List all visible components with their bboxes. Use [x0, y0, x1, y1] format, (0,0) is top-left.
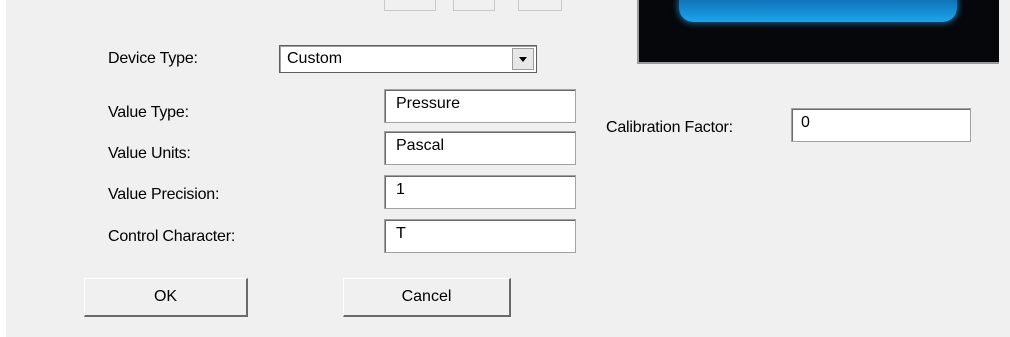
device-settings-dialog: Device Type: Custom Value Type: Pressure…	[6, 0, 1010, 337]
value-precision-label: Value Precision:	[108, 186, 220, 203]
top-control-remnant	[453, 0, 495, 11]
control-character-value: T	[396, 225, 406, 242]
chevron-down-icon	[519, 57, 527, 62]
display-preview	[637, 0, 999, 64]
value-precision-field[interactable]: 1	[384, 175, 576, 209]
device-type-dropdown-button[interactable]	[512, 48, 534, 70]
ok-button[interactable]: OK	[84, 278, 248, 317]
value-units-label: Value Units:	[108, 145, 191, 162]
calibration-factor-label: Calibration Factor:	[606, 119, 733, 136]
device-type-value: Custom	[287, 50, 343, 67]
control-character-label: Control Character:	[108, 228, 236, 245]
value-units-value: Pascal	[396, 137, 445, 154]
top-control-remnant	[518, 0, 562, 11]
cancel-button[interactable]: Cancel	[343, 278, 511, 317]
value-type-label: Value Type:	[108, 104, 189, 121]
device-type-label: Device Type:	[108, 50, 198, 67]
device-type-select[interactable]: Custom	[279, 45, 537, 73]
value-precision-value: 1	[396, 181, 405, 198]
control-character-field[interactable]: T	[384, 219, 576, 253]
preview-indicator	[679, 0, 957, 22]
calibration-factor-field[interactable]: 0	[791, 108, 971, 142]
calibration-factor-value: 0	[801, 114, 810, 131]
value-units-field[interactable]: Pascal	[384, 131, 576, 165]
top-control-remnant	[384, 0, 436, 11]
value-type-field[interactable]: Pressure	[384, 89, 576, 123]
value-type-value: Pressure	[396, 95, 461, 112]
